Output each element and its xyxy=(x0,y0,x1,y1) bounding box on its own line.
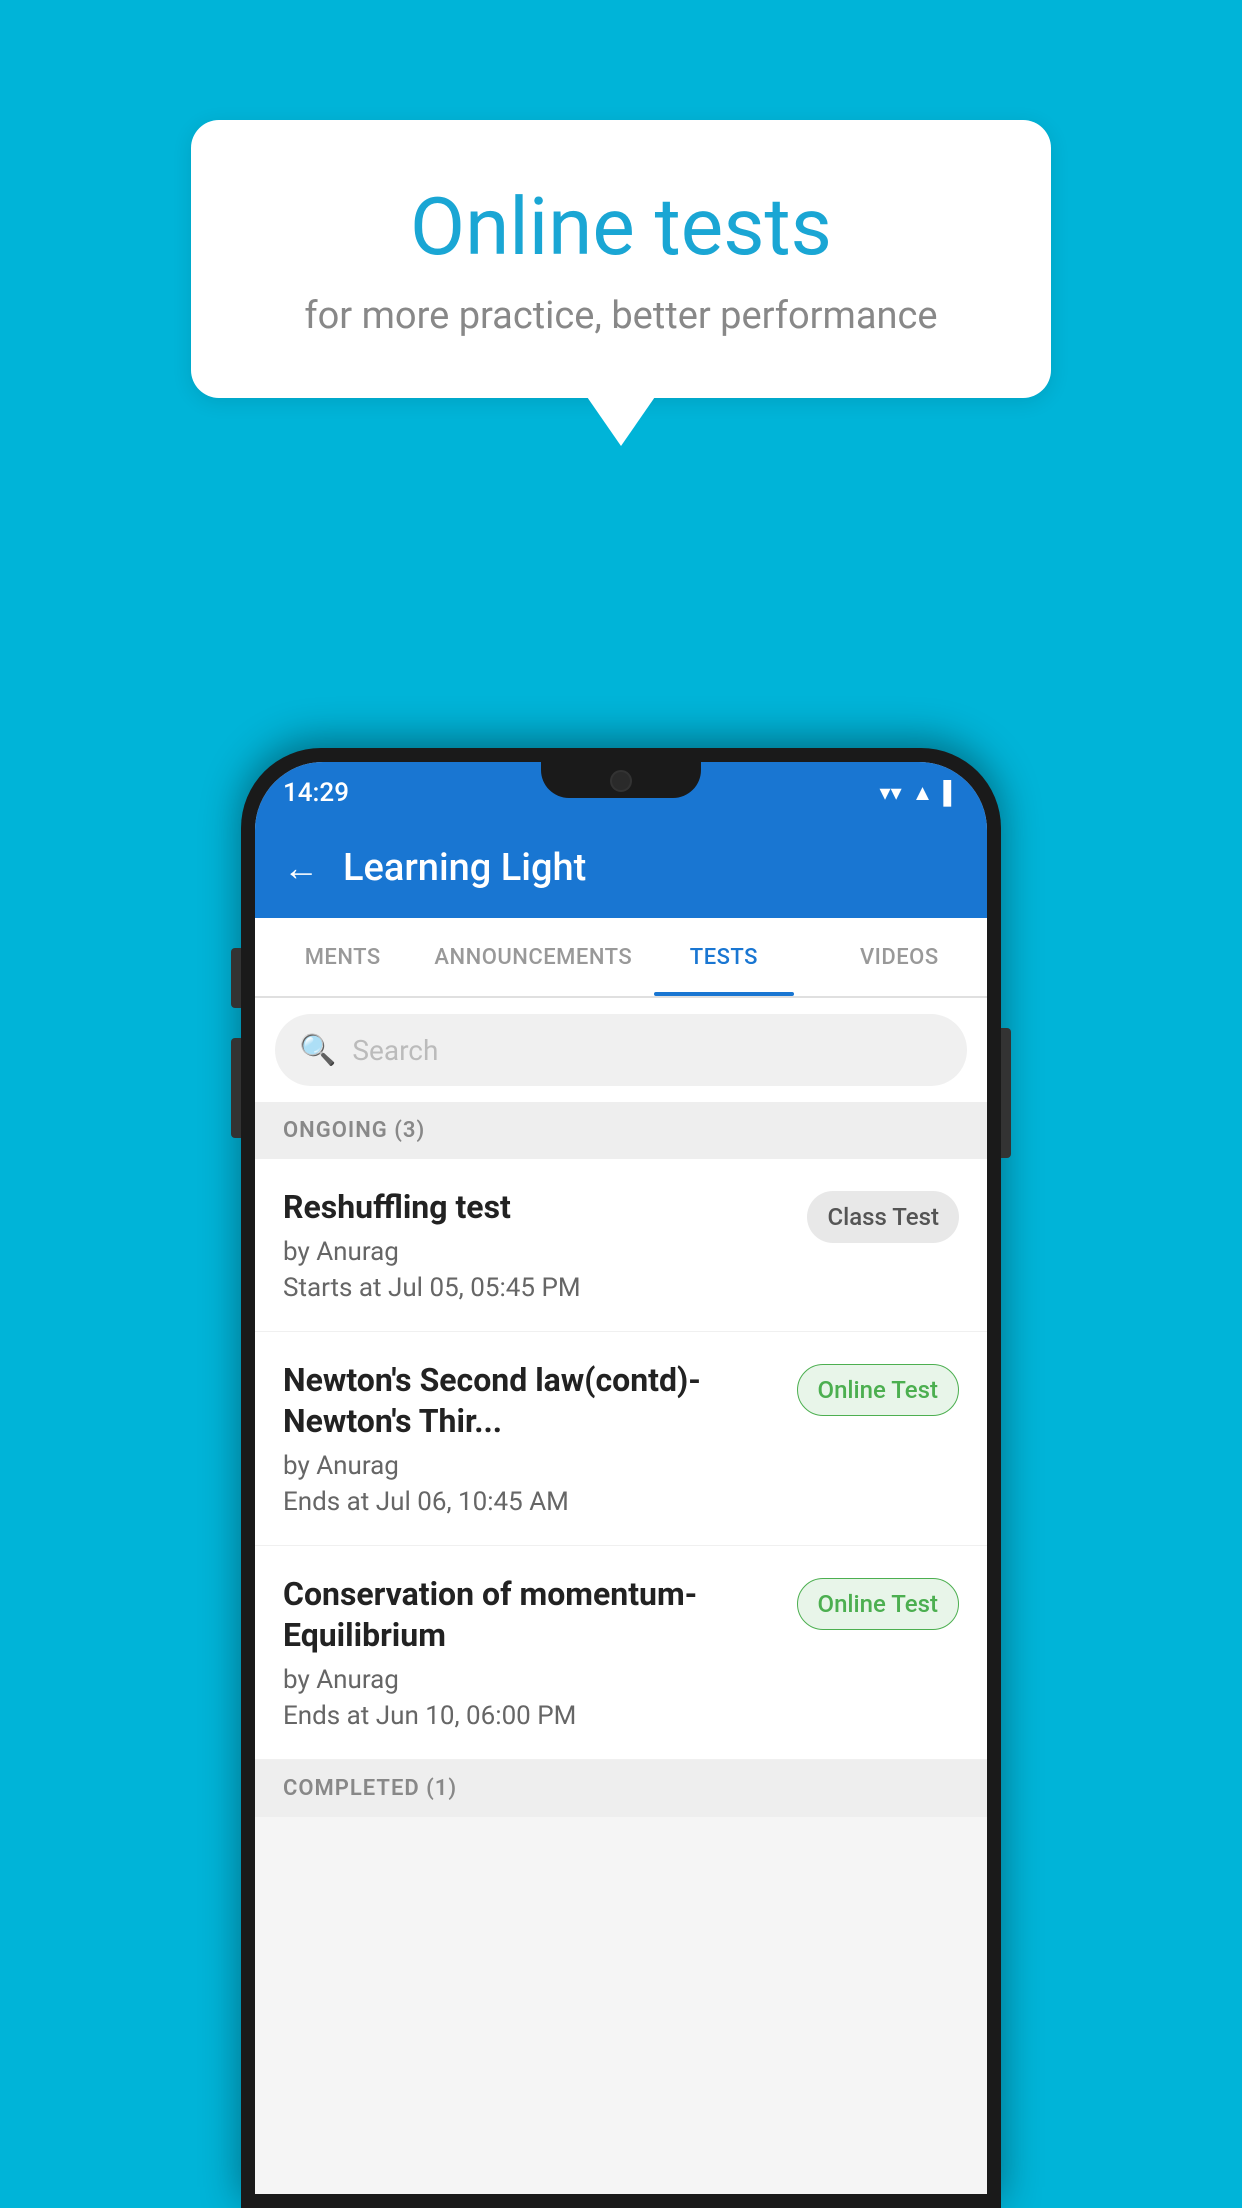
test-item-conservation[interactable]: Conservation of momentum-Equilibrium by … xyxy=(255,1546,987,1760)
status-icons: ▾▾ ▲ ▌ xyxy=(880,780,959,806)
test-info-conservation: Conservation of momentum-Equilibrium by … xyxy=(283,1574,781,1731)
test-author-reshuffling: by Anurag xyxy=(283,1237,791,1267)
bubble-title: Online tests xyxy=(271,180,971,274)
tab-tests[interactable]: TESTS xyxy=(636,918,811,996)
phone-side-btn-volume xyxy=(231,1038,241,1138)
search-bar[interactable]: 🔍 Search xyxy=(275,1014,967,1086)
search-container: 🔍 Search xyxy=(255,998,987,1102)
phone-camera xyxy=(610,770,632,792)
phone-side-btn-mute xyxy=(231,948,241,1008)
test-date-conservation: Ends at Jun 10, 06:00 PM xyxy=(283,1701,781,1731)
search-icon: 🔍 xyxy=(299,1033,336,1068)
app-bar-title: Learning Light xyxy=(343,846,586,890)
bubble-subtitle: for more practice, better performance xyxy=(271,294,971,338)
ongoing-section-header: ONGOING (3) xyxy=(255,1102,987,1159)
test-badge-class-reshuffling: Class Test xyxy=(807,1191,959,1243)
test-title-reshuffling: Reshuffling test xyxy=(283,1187,791,1229)
status-time: 14:29 xyxy=(283,778,349,808)
phone-notch xyxy=(541,762,701,798)
test-date-newton: Ends at Jul 06, 10:45 AM xyxy=(283,1487,781,1517)
speech-bubble-container: Online tests for more practice, better p… xyxy=(191,120,1051,398)
test-date-reshuffling: Starts at Jul 05, 05:45 PM xyxy=(283,1273,791,1303)
tab-videos[interactable]: VIDEOS xyxy=(812,918,987,996)
wifi-icon: ▾▾ xyxy=(880,781,902,806)
test-author-newton: by Anurag xyxy=(283,1451,781,1481)
test-badge-online-conservation: Online Test xyxy=(797,1578,959,1630)
test-list: Reshuffling test by Anurag Starts at Jul… xyxy=(255,1159,987,1760)
back-button[interactable]: ← xyxy=(283,847,319,889)
test-title-conservation: Conservation of momentum-Equilibrium xyxy=(283,1574,781,1657)
test-info-reshuffling: Reshuffling test by Anurag Starts at Jul… xyxy=(283,1187,791,1303)
test-item-reshuffling[interactable]: Reshuffling test by Anurag Starts at Jul… xyxy=(255,1159,987,1332)
phone-screen: 14:29 ▾▾ ▲ ▌ ← Learning Light MENTS ANNO… xyxy=(255,762,987,2194)
signal-icon: ▲ xyxy=(912,780,934,806)
test-info-newton: Newton's Second law(contd)-Newton's Thir… xyxy=(283,1360,781,1517)
tab-ments[interactable]: MENTS xyxy=(255,918,430,996)
test-badge-online-newton: Online Test xyxy=(797,1364,959,1416)
battery-icon: ▌ xyxy=(943,780,959,806)
phone-side-btn-power xyxy=(1001,1028,1011,1158)
completed-section-header: COMPLETED (1) xyxy=(255,1760,987,1817)
app-bar: ← Learning Light xyxy=(255,818,987,918)
tab-announcements[interactable]: ANNOUNCEMENTS xyxy=(430,918,636,996)
tab-bar: MENTS ANNOUNCEMENTS TESTS VIDEOS xyxy=(255,918,987,998)
search-input[interactable]: Search xyxy=(352,1034,438,1067)
phone-outer: 14:29 ▾▾ ▲ ▌ ← Learning Light MENTS ANNO… xyxy=(241,748,1001,2208)
phone-mockup: 14:29 ▾▾ ▲ ▌ ← Learning Light MENTS ANNO… xyxy=(241,748,1001,2208)
test-title-newton: Newton's Second law(contd)-Newton's Thir… xyxy=(283,1360,781,1443)
test-author-conservation: by Anurag xyxy=(283,1665,781,1695)
speech-bubble: Online tests for more practice, better p… xyxy=(191,120,1051,398)
test-item-newton[interactable]: Newton's Second law(contd)-Newton's Thir… xyxy=(255,1332,987,1546)
